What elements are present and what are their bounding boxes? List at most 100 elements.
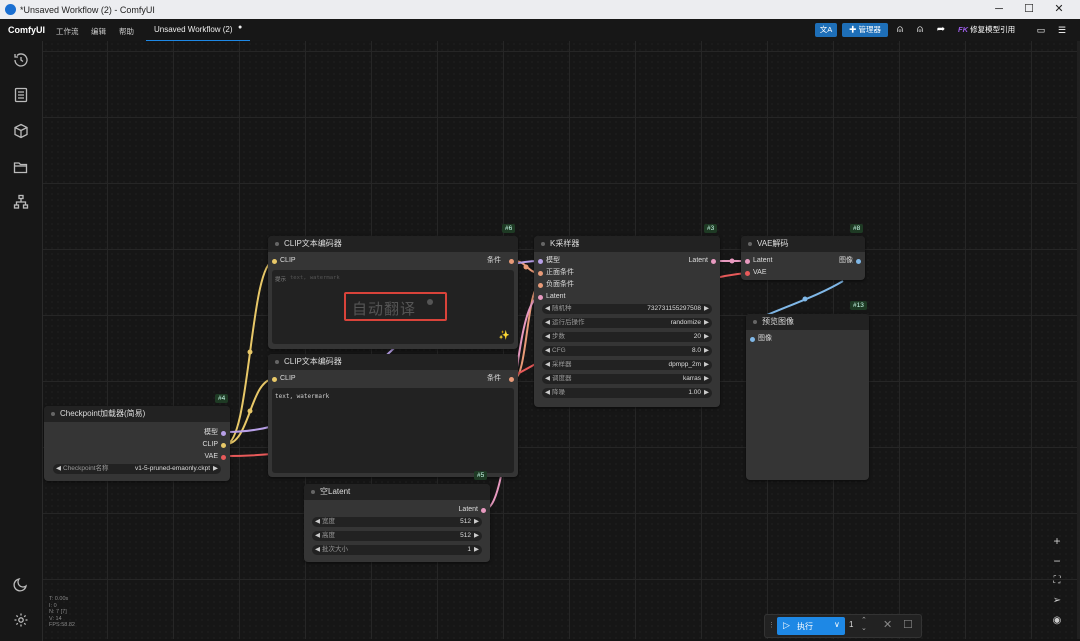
- batch-size-widget[interactable]: ◀ 批次大小 1 ▶: [312, 545, 482, 555]
- run-mode-dropdown-icon[interactable]: ∨: [834, 620, 840, 629]
- ksampler-node[interactable]: K采样器 模型 正面条件 负面条件 Latent Latent ◀ 随机种 7327…: [534, 236, 720, 407]
- decrement-arrow[interactable]: ◀: [315, 531, 320, 541]
- scheduler-widget[interactable]: ◀ 调度器 karras ▶: [542, 374, 712, 384]
- node-title-bar[interactable]: Checkpoint加载器(简易): [44, 406, 230, 422]
- increment-arrow[interactable]: ▶: [213, 464, 218, 474]
- empty-latent-node[interactable]: 空Latent Latent ◀ 宽度 512 ▶ ◀ 高度 512 ▶ ◀ 批次大小 1 ▶: [304, 484, 490, 562]
- close-button[interactable]: ✕: [1044, 1, 1074, 18]
- decrement-arrow[interactable]: ◀: [315, 517, 320, 527]
- magic-wand-icon[interactable]: ✨: [499, 331, 510, 341]
- output-slot-dot[interactable]: [221, 455, 226, 460]
- ckpt-name-widget[interactable]: ◀ Checkpoint名称 v1-5-pruned-emaonly.ckpt ▶: [53, 464, 221, 474]
- input-slot-dot[interactable]: [538, 271, 543, 276]
- workflow-tab[interactable]: Unsaved Workflow (2) ●: [146, 19, 250, 42]
- decrement-arrow[interactable]: ◀: [545, 318, 550, 328]
- input-slot-dot[interactable]: [538, 295, 543, 300]
- output-slot-dot[interactable]: [481, 508, 486, 513]
- input-slot-dot[interactable]: [272, 377, 277, 382]
- input-slot-dot[interactable]: [538, 283, 543, 288]
- zoom-out-button[interactable]: −: [1046, 552, 1068, 570]
- decrement-arrow[interactable]: ◀: [545, 304, 550, 314]
- denoise-widget[interactable]: ◀ 降噪 1.00 ▶: [542, 388, 712, 398]
- minimize-button[interactable]: ─: [984, 1, 1014, 18]
- collapse-dot[interactable]: [275, 360, 279, 364]
- decrement-arrow[interactable]: ◀: [545, 388, 550, 398]
- decrement-arrow[interactable]: ◀: [545, 346, 550, 356]
- fit-view-button[interactable]: ⛶: [1046, 572, 1068, 590]
- width-widget[interactable]: ◀ 宽度 512 ▶: [312, 517, 482, 527]
- cfg-widget[interactable]: ◀ CFG 8.0 ▶: [542, 346, 712, 356]
- input-slot-dot[interactable]: [272, 259, 277, 264]
- increment-arrow[interactable]: ▶: [704, 304, 709, 314]
- node-icon-button-1[interactable]: ⍝: [893, 23, 907, 37]
- input-slot-dot[interactable]: [750, 337, 755, 342]
- height-widget[interactable]: ◀ 高度 512 ▶: [312, 531, 482, 541]
- node-library-icon[interactable]: [13, 194, 29, 210]
- increment-arrow[interactable]: ▶: [474, 531, 479, 541]
- increment-arrow[interactable]: ▶: [474, 517, 479, 527]
- share-button[interactable]: ➦: [934, 23, 948, 37]
- output-slot-dot[interactable]: [509, 259, 514, 264]
- clip-text-encoder-node-6[interactable]: CLIP文本编码器 CLIP 条件 提示 text, watermark 自动翻…: [268, 236, 518, 349]
- history-icon[interactable]: [13, 52, 29, 68]
- increment-arrow[interactable]: ▶: [704, 318, 709, 328]
- collapse-dot[interactable]: [311, 490, 315, 494]
- folder-icon[interactable]: [13, 159, 29, 175]
- increment-arrow[interactable]: ▶: [704, 374, 709, 384]
- decrement-arrow[interactable]: ◀: [545, 374, 550, 384]
- drag-handle-icon[interactable]: ⋮: [768, 621, 775, 629]
- seed-widget[interactable]: ◀ 随机种 732731155297508 ▶: [542, 304, 712, 314]
- batch-count-value[interactable]: 1: [849, 620, 853, 629]
- increment-arrow[interactable]: ▶: [704, 388, 709, 398]
- node-title-bar[interactable]: VAE解码: [741, 236, 865, 252]
- increment-arrow[interactable]: ▶: [704, 360, 709, 370]
- decrement-arrow[interactable]: ◀: [315, 545, 320, 555]
- clip-text-encoder-node-7[interactable]: CLIP文本编码器 CLIP 条件 text, watermark: [268, 354, 518, 477]
- batch-stepper-icon[interactable]: ⌃ ⌄: [861, 617, 867, 633]
- prompt-textarea[interactable]: 提示 text, watermark 自动翻译 ✨: [272, 270, 514, 344]
- collapse-dot[interactable]: [541, 242, 545, 246]
- decrement-arrow[interactable]: ◀: [56, 464, 61, 474]
- node-icon-button-2[interactable]: ⍝: [913, 23, 927, 37]
- preview-image-node[interactable]: 预览图像 图像: [746, 314, 869, 480]
- output-slot-dot[interactable]: [711, 259, 716, 264]
- settings-gear-icon[interactable]: [13, 612, 29, 628]
- run-button[interactable]: ▷ 执行 ∨: [777, 617, 845, 635]
- stop-icon[interactable]: ☐: [903, 618, 913, 631]
- steps-widget[interactable]: ◀ 步数 20 ▶: [542, 332, 712, 342]
- cancel-queue-icon[interactable]: ✕: [883, 618, 892, 631]
- zoom-in-button[interactable]: +: [1046, 532, 1068, 550]
- decrement-arrow[interactable]: ◀: [545, 360, 550, 370]
- panel-toggle-button[interactable]: ▭: [1034, 23, 1048, 37]
- node-title-bar[interactable]: 空Latent: [304, 484, 490, 500]
- menu-help[interactable]: 帮助: [119, 26, 134, 37]
- maximize-button[interactable]: ☐: [1014, 1, 1044, 18]
- model-library-icon[interactable]: [13, 123, 29, 139]
- collapse-dot[interactable]: [275, 242, 279, 246]
- output-slot-dot[interactable]: [509, 377, 514, 382]
- increment-arrow[interactable]: ▶: [704, 346, 709, 356]
- collapse-dot[interactable]: [51, 412, 55, 416]
- theme-moon-icon[interactable]: [13, 576, 29, 592]
- increment-arrow[interactable]: ▶: [474, 545, 479, 555]
- select-mode-button[interactable]: ➢: [1046, 592, 1068, 610]
- node-title-bar[interactable]: K采样器: [534, 236, 720, 252]
- output-slot-dot[interactable]: [856, 259, 861, 264]
- increment-arrow[interactable]: ▶: [704, 332, 709, 342]
- output-slot-dot[interactable]: [221, 431, 226, 436]
- collapse-dot[interactable]: [753, 320, 757, 324]
- collapse-dot[interactable]: [748, 242, 752, 246]
- control-after-generate-widget[interactable]: ◀ 运行后操作 randomize ▶: [542, 318, 712, 328]
- input-slot-dot[interactable]: [745, 271, 750, 276]
- decrement-arrow[interactable]: ◀: [545, 332, 550, 342]
- node-title-bar[interactable]: CLIP文本编码器: [268, 354, 518, 370]
- menu-edit[interactable]: 编辑: [91, 26, 106, 37]
- node-title-bar[interactable]: CLIP文本编码器: [268, 236, 518, 252]
- toggle-links-button[interactable]: ◉: [1046, 612, 1068, 630]
- vae-decode-node[interactable]: VAE解码 Latent VAE 图像: [741, 236, 865, 280]
- output-slot-dot[interactable]: [221, 443, 226, 448]
- fix-model-ref-button[interactable]: FK 修复模型引用: [958, 23, 1028, 37]
- input-slot-dot[interactable]: [538, 259, 543, 264]
- queue-list-icon[interactable]: [13, 87, 29, 103]
- manager-button[interactable]: ✚ 管理器: [842, 23, 888, 37]
